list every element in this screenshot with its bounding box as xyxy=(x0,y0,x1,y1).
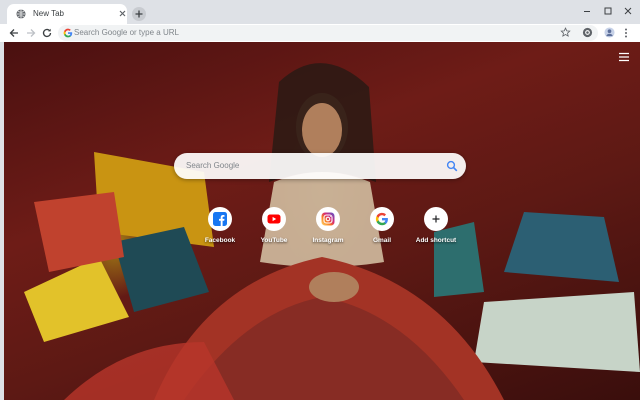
plus-icon xyxy=(432,215,440,223)
search-icon[interactable] xyxy=(446,160,458,172)
extension-icon[interactable] xyxy=(582,27,593,38)
tab-new-tab[interactable]: New Tab xyxy=(7,4,127,24)
facebook-icon xyxy=(213,212,227,226)
search-input[interactable]: Search Google xyxy=(174,153,466,179)
omnibox-placeholder: Search Google or type a URL xyxy=(74,28,179,37)
shortcut-tile xyxy=(208,207,232,231)
shortcuts-grid: Facebook YouTube Instagram Gmail Add sho… xyxy=(192,207,462,251)
shortcut-tile xyxy=(370,207,394,231)
shortcut-tile xyxy=(424,207,448,231)
shortcut-label: Instagram xyxy=(312,237,344,244)
omnibox[interactable]: Search Google or type a URL xyxy=(58,25,598,41)
shortcut-label: Add shortcut xyxy=(415,237,457,244)
google-icon xyxy=(375,212,388,226)
search-placeholder: Search Google xyxy=(186,161,240,170)
browser-window: New Tab Search Google or type a URL Sear… xyxy=(0,0,640,400)
tab-strip: New Tab xyxy=(0,0,640,24)
shortcut-gmail[interactable]: Gmail xyxy=(354,207,410,251)
maximize-icon[interactable] xyxy=(601,4,615,18)
shortcut-facebook[interactable]: Facebook xyxy=(192,207,248,251)
shortcut-label: Facebook xyxy=(204,237,236,244)
toolbar: Search Google or type a URL xyxy=(0,24,640,43)
plus-icon xyxy=(135,10,143,18)
shortcut-tile xyxy=(316,207,340,231)
google-icon xyxy=(63,28,73,38)
back-icon[interactable] xyxy=(8,27,20,39)
tab-title: New Tab xyxy=(33,9,64,18)
star-icon[interactable] xyxy=(560,27,571,38)
instagram-icon xyxy=(321,212,335,226)
shortcut-add[interactable]: Add shortcut xyxy=(408,207,464,251)
new-tab-page: Search Google Facebook YouTube Instagram… xyxy=(4,42,640,400)
minimize-icon[interactable] xyxy=(580,4,594,18)
forward-icon[interactable] xyxy=(25,27,37,39)
customize-menu-icon[interactable] xyxy=(618,52,630,62)
new-tab-button[interactable] xyxy=(132,7,146,21)
shortcut-label: YouTube xyxy=(260,237,288,244)
close-icon[interactable] xyxy=(117,8,128,19)
avatar[interactable] xyxy=(604,27,615,38)
shortcut-youtube[interactable]: YouTube xyxy=(246,207,302,251)
shortcut-instagram[interactable]: Instagram xyxy=(300,207,356,251)
more-options-icon[interactable] xyxy=(622,27,630,39)
shortcut-tile xyxy=(262,207,286,231)
close-window-icon[interactable] xyxy=(621,4,635,18)
youtube-icon xyxy=(267,214,281,224)
shortcut-label: Gmail xyxy=(372,237,392,244)
reload-icon[interactable] xyxy=(41,27,53,39)
globe-icon xyxy=(16,9,26,19)
